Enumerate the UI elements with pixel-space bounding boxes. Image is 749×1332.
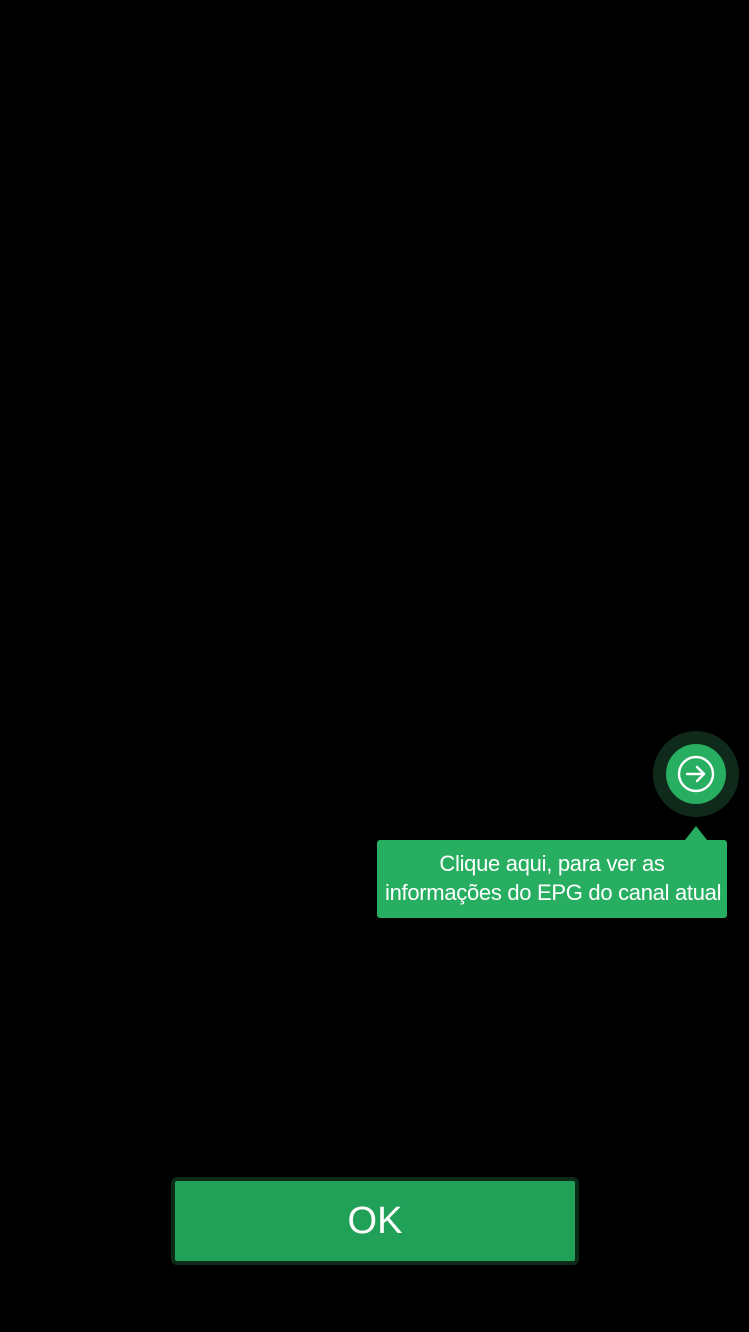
ok-button[interactable]: OK <box>171 1177 579 1265</box>
tooltip-pointer <box>685 826 707 840</box>
tutorial-overlay: Clique aqui, para ver as informações do … <box>0 0 749 1332</box>
tooltip-text-line-2: informações do EPG do canal atual <box>385 880 722 905</box>
tooltip-text-line-1: Clique aqui, para ver as <box>439 851 665 876</box>
epg-hint-tooltip: Clique aqui, para ver as informações do … <box>377 840 727 918</box>
arrow-right-circle-icon <box>676 754 716 794</box>
epg-info-button-face[interactable] <box>666 744 726 804</box>
epg-info-button[interactable] <box>653 731 739 817</box>
